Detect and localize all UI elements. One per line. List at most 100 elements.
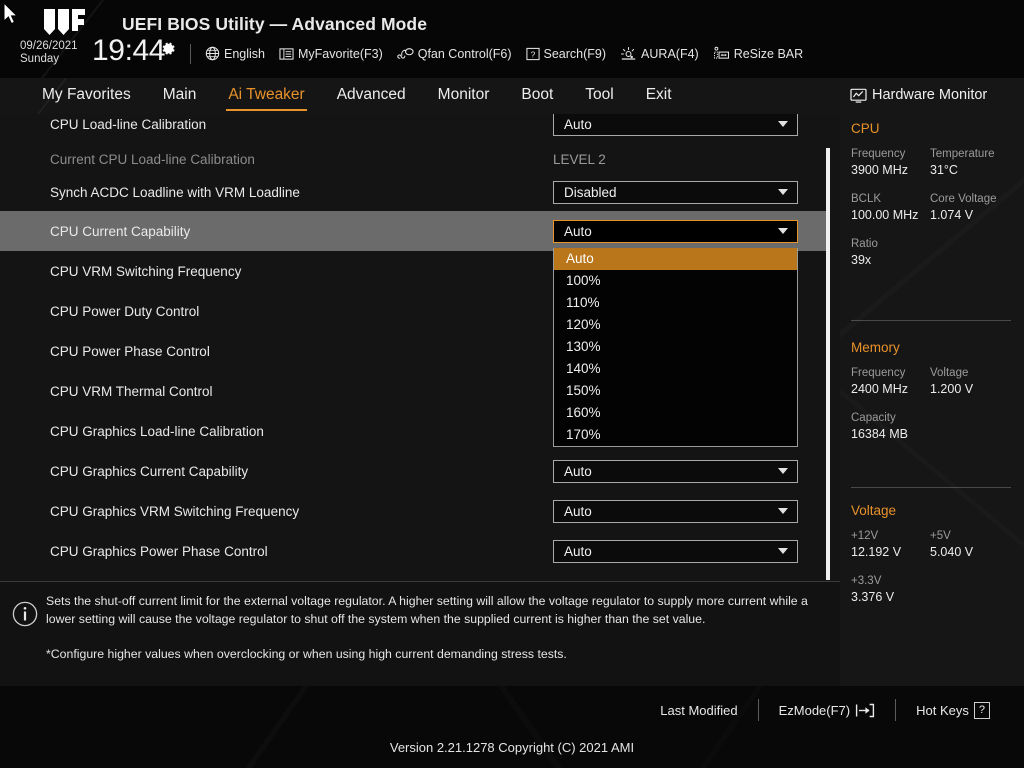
resize-bar-icon: [713, 46, 730, 61]
ezmode-label: EzMode(F7): [779, 703, 851, 718]
tab-boot[interactable]: Boot: [521, 86, 553, 106]
tab-main[interactable]: Main: [163, 86, 197, 106]
hardware-monitor-title-text: Hardware Monitor: [872, 87, 987, 103]
dropdown-option[interactable]: 110%: [554, 292, 797, 314]
aura-label: AURA(F4): [641, 47, 699, 61]
ezmode-button[interactable]: EzMode(F7): [759, 703, 896, 718]
dropdown-synch-acdc-loadline[interactable]: Disabled: [553, 181, 798, 204]
search-button[interactable]: ? Search(F9): [526, 47, 607, 61]
setting-label: CPU Power Phase Control: [50, 344, 210, 359]
hwm-row: +12V 12.192 V +5V 5.040 V: [851, 529, 1015, 561]
dropdown-option[interactable]: Auto: [554, 248, 797, 270]
hwm-metric: BCLK 100.00 MHz: [851, 192, 930, 224]
dropdown-option[interactable]: 120%: [554, 314, 797, 336]
hwm-divider: [851, 487, 1011, 488]
qfan-control-button[interactable]: Qfan Control(F6): [397, 46, 512, 61]
monitor-icon: [850, 88, 867, 103]
setting-label: CPU Current Capability: [50, 224, 190, 239]
arrow-into-bracket-icon: [855, 703, 875, 718]
hwm-row: +3.3V 3.376 V: [851, 574, 1015, 606]
hwm-metric-value: 3.376 V: [851, 589, 930, 606]
hwm-metric-value: 5.040 V: [930, 544, 1009, 561]
hotkeys-label: Hot Keys: [916, 703, 969, 718]
dropdown-option[interactable]: 150%: [554, 380, 797, 402]
hwm-metric-value: 1.200 V: [930, 381, 1009, 398]
tab-exit[interactable]: Exit: [646, 86, 672, 106]
hwm-metric-value: 100.00 MHz: [851, 207, 930, 224]
bios-version-text: Version 2.21.1278 Copyright (C) 2021 AMI: [0, 740, 1024, 755]
dropdown-option[interactable]: 140%: [554, 358, 797, 380]
dropdown-option[interactable]: 160%: [554, 402, 797, 424]
hwm-metric-key: Frequency: [851, 147, 930, 162]
hwm-section-cpu: CPU Frequency 3900 MHz Temperature 31°C …: [851, 121, 1015, 269]
hotkeys-button[interactable]: Hot Keys ?: [896, 702, 1010, 719]
hwm-metric: Frequency 3900 MHz: [851, 147, 930, 179]
language-label: English: [224, 47, 265, 61]
dropdown-option[interactable]: 130%: [554, 336, 797, 358]
setting-row-cpu-graphics-current-capability[interactable]: CPU Graphics Current Capability Auto: [0, 451, 826, 491]
setting-static-value: LEVEL 2: [553, 152, 606, 167]
chevron-down-icon: [778, 228, 788, 234]
setting-label: Synch ACDC Loadline with VRM Loadline: [50, 185, 300, 200]
search-label: Search(F9): [544, 47, 607, 61]
hwm-metric-key: +3.3V: [851, 574, 930, 589]
dropdown-value: Auto: [564, 117, 592, 132]
setting-label: CPU VRM Switching Frequency: [50, 264, 241, 279]
myfavorite-button[interactable]: MyFavorite(F3): [279, 47, 383, 61]
language-button[interactable]: English: [205, 46, 265, 61]
info-icon: [12, 601, 38, 627]
dropdown-cpu-graphics-power-phase-control[interactable]: Auto: [553, 540, 798, 563]
hwm-metric-key: Frequency: [851, 366, 930, 381]
date-text: 09/26/2021: [20, 40, 78, 53]
hwm-row: Frequency 2400 MHz Voltage 1.200 V: [851, 366, 1015, 398]
aura-button[interactable]: AURA(F4): [620, 46, 699, 61]
hwm-metric-key: Voltage: [930, 366, 1009, 381]
tab-ai-tweaker[interactable]: Ai Tweaker: [228, 86, 304, 106]
hwm-metric: Ratio 39x: [851, 237, 930, 269]
hwm-section-heading: Memory: [851, 340, 1015, 355]
dropdown-cpu-graphics-current-capability[interactable]: Auto: [553, 460, 798, 483]
setting-label: CPU Power Duty Control: [50, 304, 199, 319]
hwm-row: Frequency 3900 MHz Temperature 31°C: [851, 147, 1015, 179]
footer-bar: Last Modified EzMode(F7) Hot Keys ?: [0, 686, 1024, 734]
hwm-metric-value: 12.192 V: [851, 544, 930, 561]
tab-tool[interactable]: Tool: [585, 86, 613, 106]
hwm-metric-value: 1.074 V: [930, 207, 1009, 224]
hwm-metric: +5V 5.040 V: [930, 529, 1009, 561]
gear-icon[interactable]: [160, 40, 177, 57]
hwm-metric: Voltage 1.200 V: [930, 366, 1009, 398]
settings-scrollbar[interactable]: [826, 148, 830, 580]
hwm-metric: Frequency 2400 MHz: [851, 366, 930, 398]
hwm-row: Ratio 39x: [851, 237, 1015, 269]
dropdown-value: Auto: [564, 464, 592, 479]
chevron-down-icon: [778, 468, 788, 474]
dropdown-option[interactable]: 100%: [554, 270, 797, 292]
dropdown-option[interactable]: 170%: [554, 424, 797, 446]
dropdown-cpu-current-capability[interactable]: Auto: [553, 220, 798, 243]
globe-icon: [205, 46, 220, 61]
last-modified-label: Last Modified: [660, 703, 737, 718]
last-modified-button[interactable]: Last Modified: [640, 703, 757, 718]
dropdown-cpu-graphics-vrm-switching-frequency[interactable]: Auto: [553, 500, 798, 523]
header-toolbar: English MyFavorite(F3) Qfan Control(F6): [205, 46, 803, 61]
resize-bar-button[interactable]: ReSize BAR: [713, 46, 803, 61]
dropdown-value: Disabled: [564, 185, 617, 200]
hwm-metric-value: 16384 MB: [851, 426, 930, 443]
page-title: UEFI BIOS Utility — Advanced Mode: [122, 14, 427, 35]
fan-icon: [397, 46, 414, 61]
list-icon: [279, 47, 294, 61]
setting-row-cpu-graphics-power-phase-control[interactable]: CPU Graphics Power Phase Control Auto: [0, 531, 826, 571]
dropdown-cpu-load-line-calibration[interactable]: Auto: [553, 114, 798, 136]
tab-monitor[interactable]: Monitor: [438, 86, 490, 106]
tab-my-favorites[interactable]: My Favorites: [42, 86, 131, 106]
tab-advanced[interactable]: Advanced: [337, 86, 406, 106]
hwm-metric-key: +12V: [851, 529, 930, 544]
hardware-monitor-title: Hardware Monitor: [850, 87, 987, 103]
setting-row-synch-acdc-loadline[interactable]: Synch ACDC Loadline with VRM Loadline Di…: [0, 172, 826, 212]
hotkeys-key-badge: ?: [974, 702, 990, 719]
setting-row-cpu-graphics-vrm-switching-frequency[interactable]: CPU Graphics VRM Switching Frequency Aut…: [0, 491, 826, 531]
chevron-down-icon: [778, 189, 788, 195]
dropdown-options-cpu-current-capability[interactable]: Auto 100% 110% 120% 130% 140% 150% 160% …: [553, 248, 798, 447]
setting-row-cpu-current-capability[interactable]: CPU Current Capability Auto: [0, 211, 826, 251]
hwm-metric-key: BCLK: [851, 192, 930, 207]
